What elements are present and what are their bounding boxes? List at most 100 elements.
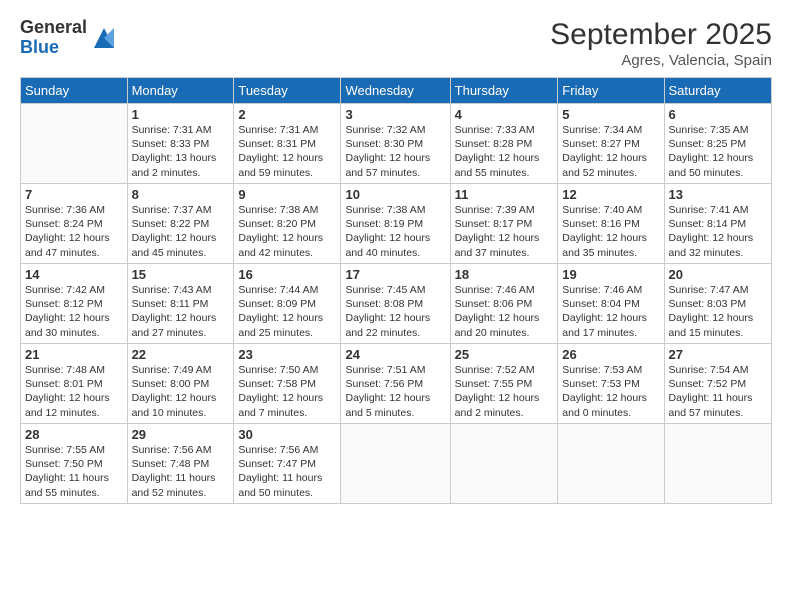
day-number: 18 <box>455 267 554 282</box>
day-info: Sunrise: 7:49 AM Sunset: 8:00 PM Dayligh… <box>132 363 230 420</box>
table-row: 19Sunrise: 7:46 AM Sunset: 8:04 PM Dayli… <box>558 264 664 344</box>
main-title: September 2025 <box>550 18 772 52</box>
day-number: 20 <box>669 267 767 282</box>
table-row: 21Sunrise: 7:48 AM Sunset: 8:01 PM Dayli… <box>21 344 128 424</box>
table-row: 13Sunrise: 7:41 AM Sunset: 8:14 PM Dayli… <box>664 184 771 264</box>
table-row: 28Sunrise: 7:55 AM Sunset: 7:50 PM Dayli… <box>21 424 128 504</box>
day-info: Sunrise: 7:31 AM Sunset: 8:31 PM Dayligh… <box>238 123 336 180</box>
col-wednesday: Wednesday <box>341 78 450 104</box>
day-info: Sunrise: 7:46 AM Sunset: 8:04 PM Dayligh… <box>562 283 659 340</box>
day-info: Sunrise: 7:42 AM Sunset: 8:12 PM Dayligh… <box>25 283 123 340</box>
logo-blue: Blue <box>20 38 87 58</box>
day-info: Sunrise: 7:43 AM Sunset: 8:11 PM Dayligh… <box>132 283 230 340</box>
table-row: 24Sunrise: 7:51 AM Sunset: 7:56 PM Dayli… <box>341 344 450 424</box>
table-row <box>21 104 128 184</box>
day-info: Sunrise: 7:34 AM Sunset: 8:27 PM Dayligh… <box>562 123 659 180</box>
day-info: Sunrise: 7:56 AM Sunset: 7:48 PM Dayligh… <box>132 443 230 500</box>
day-number: 4 <box>455 107 554 122</box>
header-row: Sunday Monday Tuesday Wednesday Thursday… <box>21 78 772 104</box>
table-row: 5Sunrise: 7:34 AM Sunset: 8:27 PM Daylig… <box>558 104 664 184</box>
logo-icon <box>90 24 118 52</box>
table-row: 11Sunrise: 7:39 AM Sunset: 8:17 PM Dayli… <box>450 184 558 264</box>
table-row: 30Sunrise: 7:56 AM Sunset: 7:47 PM Dayli… <box>234 424 341 504</box>
table-row: 3Sunrise: 7:32 AM Sunset: 8:30 PM Daylig… <box>341 104 450 184</box>
subtitle: Agres, Valencia, Spain <box>550 52 772 69</box>
day-info: Sunrise: 7:36 AM Sunset: 8:24 PM Dayligh… <box>25 203 123 260</box>
day-info: Sunrise: 7:38 AM Sunset: 8:19 PM Dayligh… <box>345 203 445 260</box>
table-row: 10Sunrise: 7:38 AM Sunset: 8:19 PM Dayli… <box>341 184 450 264</box>
week-row-5: 28Sunrise: 7:55 AM Sunset: 7:50 PM Dayli… <box>21 424 772 504</box>
table-row: 17Sunrise: 7:45 AM Sunset: 8:08 PM Dayli… <box>341 264 450 344</box>
table-row: 23Sunrise: 7:50 AM Sunset: 7:58 PM Dayli… <box>234 344 341 424</box>
day-number: 5 <box>562 107 659 122</box>
day-number: 1 <box>132 107 230 122</box>
day-number: 2 <box>238 107 336 122</box>
table-row <box>664 424 771 504</box>
day-number: 6 <box>669 107 767 122</box>
day-number: 28 <box>25 427 123 442</box>
page: General Blue September 2025 Agres, Valen… <box>0 0 792 612</box>
table-row: 1Sunrise: 7:31 AM Sunset: 8:33 PM Daylig… <box>127 104 234 184</box>
day-info: Sunrise: 7:56 AM Sunset: 7:47 PM Dayligh… <box>238 443 336 500</box>
table-row: 25Sunrise: 7:52 AM Sunset: 7:55 PM Dayli… <box>450 344 558 424</box>
day-info: Sunrise: 7:54 AM Sunset: 7:52 PM Dayligh… <box>669 363 767 420</box>
day-info: Sunrise: 7:41 AM Sunset: 8:14 PM Dayligh… <box>669 203 767 260</box>
day-number: 23 <box>238 347 336 362</box>
day-number: 9 <box>238 187 336 202</box>
title-block: September 2025 Agres, Valencia, Spain <box>550 18 772 69</box>
day-number: 22 <box>132 347 230 362</box>
day-number: 10 <box>345 187 445 202</box>
week-row-1: 1Sunrise: 7:31 AM Sunset: 8:33 PM Daylig… <box>21 104 772 184</box>
table-row <box>558 424 664 504</box>
table-row: 14Sunrise: 7:42 AM Sunset: 8:12 PM Dayli… <box>21 264 128 344</box>
day-number: 13 <box>669 187 767 202</box>
day-number: 29 <box>132 427 230 442</box>
header: General Blue September 2025 Agres, Valen… <box>20 18 772 69</box>
day-number: 15 <box>132 267 230 282</box>
day-number: 17 <box>345 267 445 282</box>
week-row-2: 7Sunrise: 7:36 AM Sunset: 8:24 PM Daylig… <box>21 184 772 264</box>
table-row: 22Sunrise: 7:49 AM Sunset: 8:00 PM Dayli… <box>127 344 234 424</box>
day-info: Sunrise: 7:45 AM Sunset: 8:08 PM Dayligh… <box>345 283 445 340</box>
week-row-3: 14Sunrise: 7:42 AM Sunset: 8:12 PM Dayli… <box>21 264 772 344</box>
day-info: Sunrise: 7:38 AM Sunset: 8:20 PM Dayligh… <box>238 203 336 260</box>
col-friday: Friday <box>558 78 664 104</box>
table-row: 15Sunrise: 7:43 AM Sunset: 8:11 PM Dayli… <box>127 264 234 344</box>
col-tuesday: Tuesday <box>234 78 341 104</box>
table-row: 2Sunrise: 7:31 AM Sunset: 8:31 PM Daylig… <box>234 104 341 184</box>
table-row: 9Sunrise: 7:38 AM Sunset: 8:20 PM Daylig… <box>234 184 341 264</box>
day-number: 19 <box>562 267 659 282</box>
col-thursday: Thursday <box>450 78 558 104</box>
day-info: Sunrise: 7:31 AM Sunset: 8:33 PM Dayligh… <box>132 123 230 180</box>
day-number: 11 <box>455 187 554 202</box>
table-row: 20Sunrise: 7:47 AM Sunset: 8:03 PM Dayli… <box>664 264 771 344</box>
day-number: 26 <box>562 347 659 362</box>
table-row: 4Sunrise: 7:33 AM Sunset: 8:28 PM Daylig… <box>450 104 558 184</box>
day-number: 30 <box>238 427 336 442</box>
table-row: 18Sunrise: 7:46 AM Sunset: 8:06 PM Dayli… <box>450 264 558 344</box>
table-row: 27Sunrise: 7:54 AM Sunset: 7:52 PM Dayli… <box>664 344 771 424</box>
day-info: Sunrise: 7:51 AM Sunset: 7:56 PM Dayligh… <box>345 363 445 420</box>
table-row: 6Sunrise: 7:35 AM Sunset: 8:25 PM Daylig… <box>664 104 771 184</box>
day-info: Sunrise: 7:33 AM Sunset: 8:28 PM Dayligh… <box>455 123 554 180</box>
table-row: 7Sunrise: 7:36 AM Sunset: 8:24 PM Daylig… <box>21 184 128 264</box>
calendar-table: Sunday Monday Tuesday Wednesday Thursday… <box>20 77 772 504</box>
day-info: Sunrise: 7:32 AM Sunset: 8:30 PM Dayligh… <box>345 123 445 180</box>
day-number: 12 <box>562 187 659 202</box>
day-info: Sunrise: 7:37 AM Sunset: 8:22 PM Dayligh… <box>132 203 230 260</box>
table-row: 12Sunrise: 7:40 AM Sunset: 8:16 PM Dayli… <box>558 184 664 264</box>
day-info: Sunrise: 7:50 AM Sunset: 7:58 PM Dayligh… <box>238 363 336 420</box>
logo-general: General <box>20 18 87 38</box>
day-number: 14 <box>25 267 123 282</box>
day-info: Sunrise: 7:53 AM Sunset: 7:53 PM Dayligh… <box>562 363 659 420</box>
day-info: Sunrise: 7:46 AM Sunset: 8:06 PM Dayligh… <box>455 283 554 340</box>
day-info: Sunrise: 7:55 AM Sunset: 7:50 PM Dayligh… <box>25 443 123 500</box>
day-number: 27 <box>669 347 767 362</box>
day-info: Sunrise: 7:48 AM Sunset: 8:01 PM Dayligh… <box>25 363 123 420</box>
table-row: 26Sunrise: 7:53 AM Sunset: 7:53 PM Dayli… <box>558 344 664 424</box>
table-row: 8Sunrise: 7:37 AM Sunset: 8:22 PM Daylig… <box>127 184 234 264</box>
col-saturday: Saturday <box>664 78 771 104</box>
table-row <box>341 424 450 504</box>
week-row-4: 21Sunrise: 7:48 AM Sunset: 8:01 PM Dayli… <box>21 344 772 424</box>
table-row: 16Sunrise: 7:44 AM Sunset: 8:09 PM Dayli… <box>234 264 341 344</box>
